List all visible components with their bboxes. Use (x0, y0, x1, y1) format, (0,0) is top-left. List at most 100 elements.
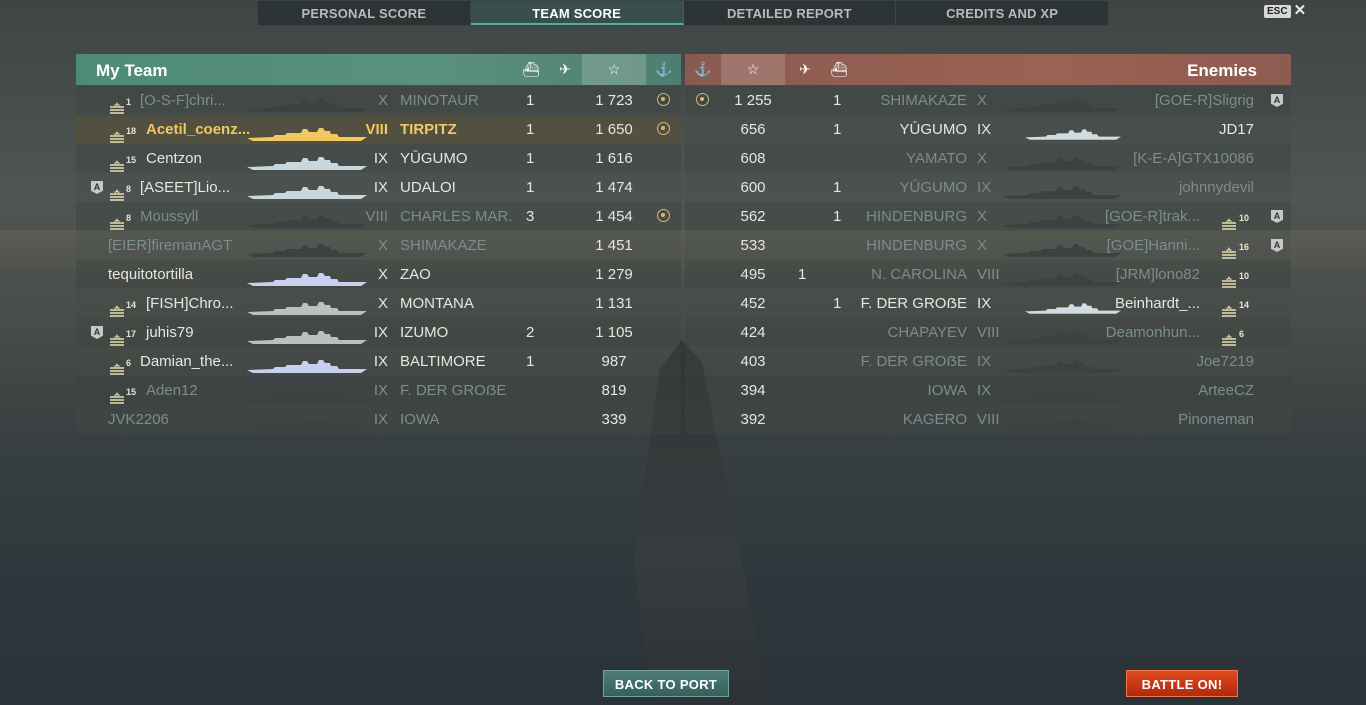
planes-destroyed-icon[interactable]: ✈ (547, 54, 583, 85)
enemy-team-row[interactable]: 562 1 HINDENBURG X [GOE-R]trak... 10 A (685, 202, 1291, 231)
ship-silhouette-icon (247, 360, 367, 373)
ship-silhouette (247, 239, 367, 257)
rank-badge: 10 (1221, 202, 1249, 233)
my-team-row[interactable]: [EIER]firemanAGT X SHIMAKAZE 1 451 (76, 231, 681, 260)
rank-chevron-icon (109, 182, 125, 201)
ship-name: SHIMAKAZE (400, 237, 487, 254)
enemy-team-row[interactable]: 1 255 1 SHIMAKAZE X [GOE-R]Sligrig A (685, 86, 1291, 115)
enemy-team-row[interactable]: 656 1 YŪGUMO IX JD17 (685, 115, 1291, 144)
ship-silhouette (247, 210, 367, 228)
enemy-planes-destroyed-icon[interactable]: ✈ (787, 54, 823, 85)
ship-name: BALTIMORE (400, 353, 486, 370)
enemy-team-row[interactable]: 403 F. DER GROẞE IX Joe7219 (685, 347, 1291, 376)
score-value: 656 (740, 121, 766, 138)
my-team-row[interactable]: 14 [FISH]Chro... X MONTANA 1 131 (76, 289, 681, 318)
tab-personal-score[interactable]: PERSONAL SCORE (258, 1, 471, 25)
score-value: 452 (740, 295, 766, 312)
my-team-row[interactable]: 6 Damian_the... IX BALTIMORE 1 987 (76, 347, 681, 376)
ships-sunk: 1 (833, 179, 842, 196)
player-name: ArteeCZ (1198, 382, 1254, 399)
ship-silhouette-icon (247, 273, 367, 286)
rank-number: 10 (1239, 271, 1250, 281)
enemy-ships-sunk-icon[interactable]: ⛴ (821, 54, 857, 85)
rank-badge: 8 (109, 173, 131, 204)
enemy-score-star-icon[interactable]: ☆ (721, 54, 785, 85)
rank-badge: 6 (109, 347, 131, 378)
enemy-team-row[interactable]: 394 IOWA IX ArteeCZ (685, 376, 1291, 405)
my-team-header: My Team ⛴ ✈ ☆ ⚓ (76, 54, 681, 85)
enemy-team-row[interactable]: 533 HINDENBURG X [GOE]Hanni... 16 A (685, 231, 1291, 260)
player-name: [GOE-R]Sligrig (1154, 92, 1254, 109)
enemy-base-capture-icon[interactable]: ⚓ (685, 54, 721, 85)
ship-silhouette-icon (1003, 157, 1121, 170)
enemy-team-row[interactable]: 608 YAMATO X [K-E-A]GTX10086 (685, 144, 1291, 173)
ship-name: CHARLES MAR... (400, 208, 512, 225)
my-team-row[interactable]: 18 Acetil_coenz... VIII TIRPITZ 1 1 650 (76, 115, 681, 144)
score-value: 1 255 (734, 92, 772, 109)
rank-badge: 14 (109, 289, 136, 320)
ship-silhouette-icon (247, 186, 367, 199)
ship-silhouette (1003, 181, 1121, 199)
my-team-row[interactable]: 8 Moussyll VIII CHARLES MAR... 3 1 454 (76, 202, 681, 231)
ship-tier: IX (373, 179, 388, 196)
my-team-row[interactable]: 15 Centzon IX YŪGUMO 1 1 616 (76, 144, 681, 173)
rank-badge: 16 (1221, 231, 1249, 262)
ship-silhouette (1003, 94, 1121, 112)
close-button[interactable]: ESC ✕ (1264, 3, 1306, 18)
my-team-row[interactable]: A 8 [ASEET]Lio... IX UDALOI 1 1 474 (76, 173, 681, 202)
division-badge: A (1271, 94, 1283, 107)
ship-silhouette (1003, 355, 1121, 373)
enemy-team-row[interactable]: 392 KAGERO VIII Pinoneman (685, 405, 1291, 434)
ship-silhouette-icon (1003, 389, 1121, 402)
ship-name: UDALOI (400, 179, 456, 196)
enemy-team-row[interactable]: 452 1 F. DER GROẞE IX Beinhardt_... 14 (685, 289, 1291, 318)
score-star-icon[interactable]: ☆ (582, 54, 646, 85)
ship-silhouette-icon (1003, 360, 1121, 373)
back-to-port-button[interactable]: BACK TO PORT (603, 670, 729, 697)
tab-team-score[interactable]: TEAM SCORE (470, 1, 684, 25)
ship-tier: VIII (977, 266, 1000, 283)
ship-name: SHIMAKAZE (880, 92, 967, 109)
player-name: tequitotortilla (108, 266, 194, 283)
ship-name: KAGERO (902, 411, 967, 428)
ship-silhouette-icon (1003, 99, 1121, 112)
my-team-row[interactable]: tequitotortilla X ZAO 1 279 (76, 260, 681, 289)
my-team-row[interactable]: A 17 juhis79 IX IZUMO 2 1 105 (76, 318, 681, 347)
ship-tier: X (377, 237, 388, 254)
rank-chevron-icon (109, 211, 125, 230)
rank-badge: 10 (1221, 260, 1249, 291)
rank-number: 15 (126, 387, 137, 397)
player-name: JD17 (1218, 121, 1254, 138)
rank-chevron-icon (109, 124, 125, 143)
tab-credits-and-xp[interactable]: CREDITS AND XP (896, 1, 1108, 25)
ship-silhouette-icon (247, 302, 367, 315)
enemy-team-row[interactable]: 600 1 YŪGUMO IX johnnydevil (685, 173, 1291, 202)
player-name: [ASEET]Lio... (140, 179, 231, 196)
ships-sunk: 1 (833, 92, 842, 109)
ship-silhouette (247, 152, 367, 170)
base-capture-icon[interactable]: ⚓ (646, 54, 682, 85)
ship-silhouette-icon (247, 389, 367, 402)
enemy-team-row[interactable]: 495 1 N. CAROLINA VIII [JRM]lono82 10 (685, 260, 1291, 289)
score-value: 403 (740, 353, 766, 370)
rank-badge: 18 (109, 115, 136, 146)
ship-silhouette-icon (1003, 273, 1121, 286)
rank-number: 8 (126, 184, 132, 194)
rank-badge: 8 (109, 202, 131, 233)
enemy-team-row[interactable]: 424 CHAPAYEV VIII Deamonhun... 6 (685, 318, 1291, 347)
player-name: [O-S-F]chri... (140, 92, 226, 109)
rank-number: 1 (126, 97, 132, 107)
my-team-row[interactable]: 1 [O-S-F]chri... X MINOTAUR 1 1 723 (76, 86, 681, 115)
division-badge: A (1271, 239, 1283, 252)
player-name: [K-E-A]GTX10086 (1133, 150, 1254, 167)
ship-silhouette (247, 384, 367, 402)
tab-detailed-report[interactable]: DETAILED REPORT (684, 1, 897, 25)
battle-on-button[interactable]: BATTLE ON! (1126, 670, 1238, 697)
score-value: 1 650 (595, 121, 633, 138)
player-name: [JRM]lono82 (1115, 266, 1200, 283)
ship-tier: IX (373, 353, 388, 370)
rank-badge: 14 (1221, 289, 1249, 320)
my-team-row[interactable]: 15 Aden12 IX F. DER GROẞE 819 (76, 376, 681, 405)
my-team-row[interactable]: JVK2206 IX IOWA 339 (76, 405, 681, 434)
ships-sunk-icon[interactable]: ⛴ (513, 54, 549, 85)
